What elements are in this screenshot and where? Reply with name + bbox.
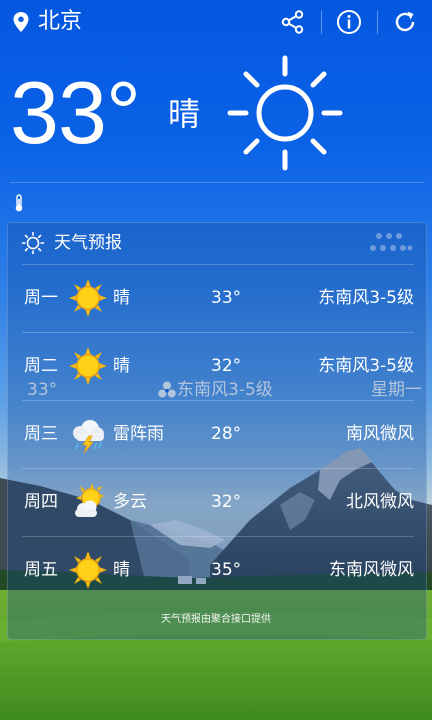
forecast-header: 天气预报 bbox=[8, 223, 426, 263]
info-row: 33° 东南风3-5级 星期一 bbox=[0, 188, 432, 400]
forecast-day: 周一 bbox=[24, 288, 58, 308]
forecast-row-mon[interactable]: 周一 晴 33° 东南风3-5级 bbox=[8, 265, 426, 331]
forecast-wind: 北风微风 bbox=[346, 492, 414, 512]
thunderstorm-icon bbox=[73, 420, 104, 454]
current-temperature: 33° bbox=[10, 63, 141, 162]
forecast-temp: 35° bbox=[211, 560, 242, 580]
forecast-title: 天气预报 bbox=[54, 233, 122, 253]
forecast-temp: 28° bbox=[211, 424, 242, 444]
sun-outline-icon bbox=[21, 231, 45, 255]
location-pin-icon[interactable] bbox=[12, 11, 30, 33]
city-name[interactable]: 北京 bbox=[38, 6, 82, 38]
toolbar-separator bbox=[321, 10, 322, 34]
sunny-icon bbox=[69, 279, 107, 317]
sunny-icon bbox=[69, 347, 107, 385]
forecast-panel: 天气预报 周一 晴 33° 东南风3-5级 周二 晴 32° 东南风3-5级 周… bbox=[7, 222, 427, 640]
info-icon[interactable] bbox=[336, 9, 362, 35]
top-bar: 北京 bbox=[0, 0, 432, 46]
sunny-icon bbox=[69, 551, 107, 589]
forecast-row-fri[interactable]: 周五 晴 35° 东南风微风 bbox=[8, 537, 426, 603]
forecast-day: 周三 bbox=[24, 424, 58, 444]
forecast-row-wed[interactable]: 周三 雷阵雨 28° 南风微风 bbox=[8, 401, 426, 467]
data-source-credit: 天气预报由聚合接口提供 bbox=[161, 614, 271, 625]
forecast-wind: 东南风3-5级 bbox=[318, 356, 414, 376]
forecast-condition: 雷阵雨 bbox=[113, 424, 164, 444]
forecast-temp: 32° bbox=[211, 356, 242, 376]
forecast-day: 周五 bbox=[24, 560, 58, 580]
forecast-day: 周二 bbox=[24, 356, 58, 376]
forecast-row-tue[interactable]: 周二 晴 32° 东南风3-5级 bbox=[8, 333, 426, 399]
refresh-icon[interactable] bbox=[392, 9, 418, 35]
forecast-day: 周四 bbox=[24, 492, 58, 512]
sun-icon bbox=[227, 55, 343, 171]
forecast-condition: 晴 bbox=[113, 288, 130, 308]
more-dots-icon[interactable] bbox=[368, 232, 414, 254]
toolbar-separator bbox=[377, 10, 378, 34]
forecast-condition: 多云 bbox=[113, 492, 147, 512]
partly-cloudy-icon bbox=[75, 483, 105, 517]
forecast-wind: 南风微风 bbox=[346, 424, 414, 444]
forecast-condition: 晴 bbox=[113, 560, 130, 580]
forecast-condition: 晴 bbox=[113, 356, 130, 376]
current-condition: 晴 bbox=[168, 95, 201, 133]
forecast-temp: 32° bbox=[211, 492, 242, 512]
forecast-wind: 东南风3-5级 bbox=[318, 288, 414, 308]
forecast-temp: 33° bbox=[211, 288, 242, 308]
share-icon[interactable] bbox=[280, 9, 306, 35]
forecast-wind: 东南风微风 bbox=[329, 560, 414, 580]
forecast-row-thu[interactable]: 周四 多云 32° 北风微风 bbox=[8, 469, 426, 535]
divider bbox=[10, 182, 424, 183]
